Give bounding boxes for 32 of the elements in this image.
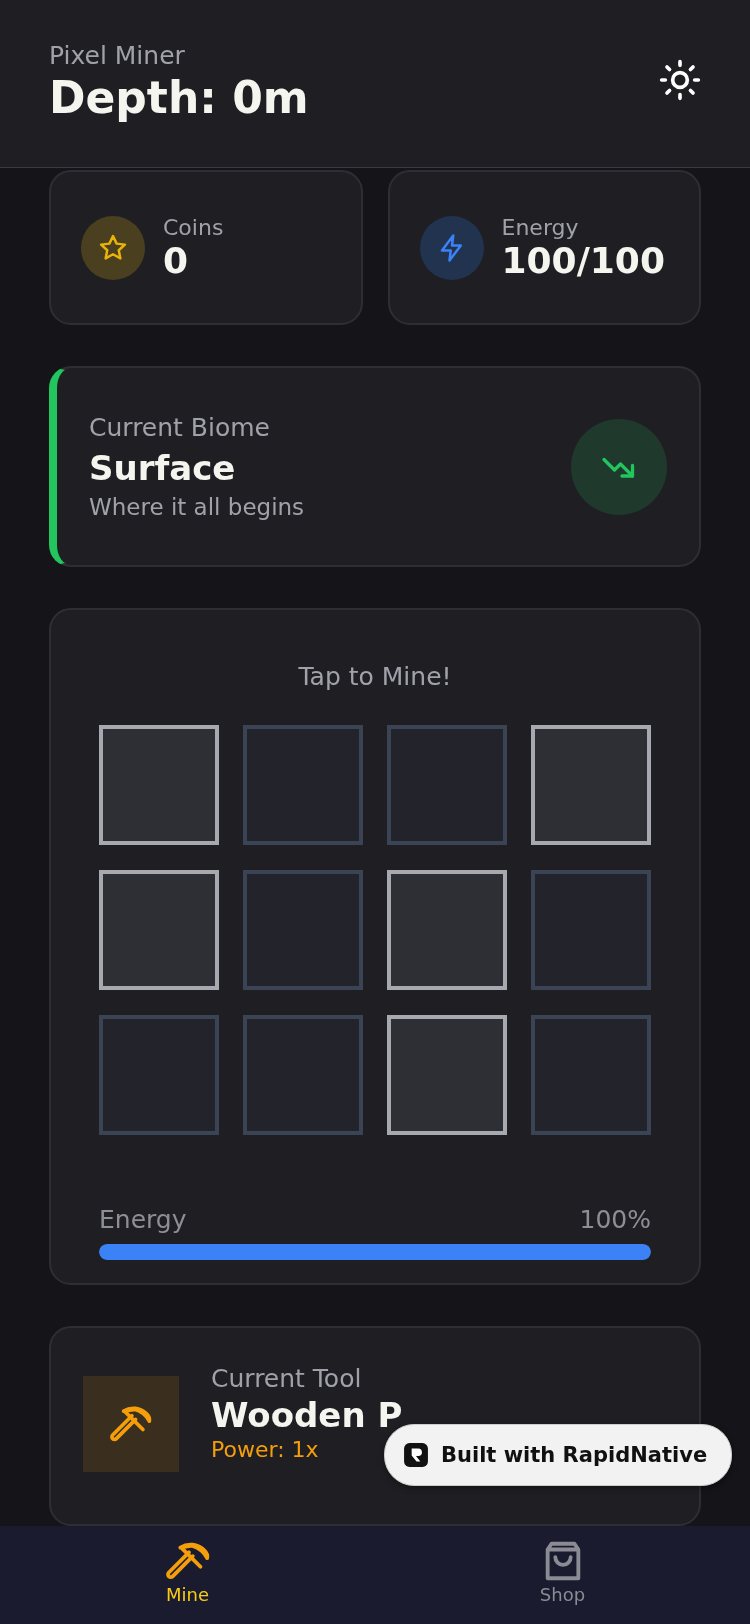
nav-tab[interactable]: Shop <box>375 1526 750 1624</box>
stone-block[interactable] <box>387 1015 507 1136</box>
mine-prompt: Tap to Mine! <box>298 662 452 692</box>
energy-percent: 100% <box>579 1205 651 1235</box>
stat-label: Coins <box>163 214 224 240</box>
dirt-block[interactable] <box>387 725 507 846</box>
dirt-block[interactable] <box>243 870 363 991</box>
tool-power: Power: 1x <box>211 1437 320 1462</box>
biome-description: Where it all begins <box>89 494 305 521</box>
stone-block[interactable] <box>531 725 651 846</box>
stat-value: 0 <box>163 239 190 281</box>
stat-label: Energy <box>501 214 580 240</box>
sun-icon <box>658 57 702 102</box>
biome-label: Current Biome <box>89 413 271 443</box>
energy-label: Energy <box>99 1205 187 1235</box>
biome-name: Surface <box>89 448 237 489</box>
stone-block[interactable] <box>99 725 219 846</box>
theme-toggle-button[interactable] <box>658 57 702 102</box>
app-name: Pixel Miner <box>49 40 186 70</box>
dirt-block[interactable] <box>531 1015 651 1136</box>
stat-value: 100/100 <box>501 239 665 281</box>
dirt-block[interactable] <box>243 1015 363 1136</box>
tool-label: Current Tool <box>211 1364 363 1393</box>
dirt-block[interactable] <box>243 725 363 846</box>
pickaxe-icon <box>83 1376 179 1472</box>
nav-tab[interactable]: Mine <box>0 1526 375 1624</box>
stone-block[interactable] <box>387 870 507 991</box>
logo-icon <box>403 1442 429 1468</box>
dirt-block[interactable] <box>531 870 651 991</box>
depth-title: Depth: 0m <box>49 71 309 123</box>
dirt-block[interactable] <box>99 1015 219 1136</box>
stone-block[interactable] <box>99 870 219 991</box>
